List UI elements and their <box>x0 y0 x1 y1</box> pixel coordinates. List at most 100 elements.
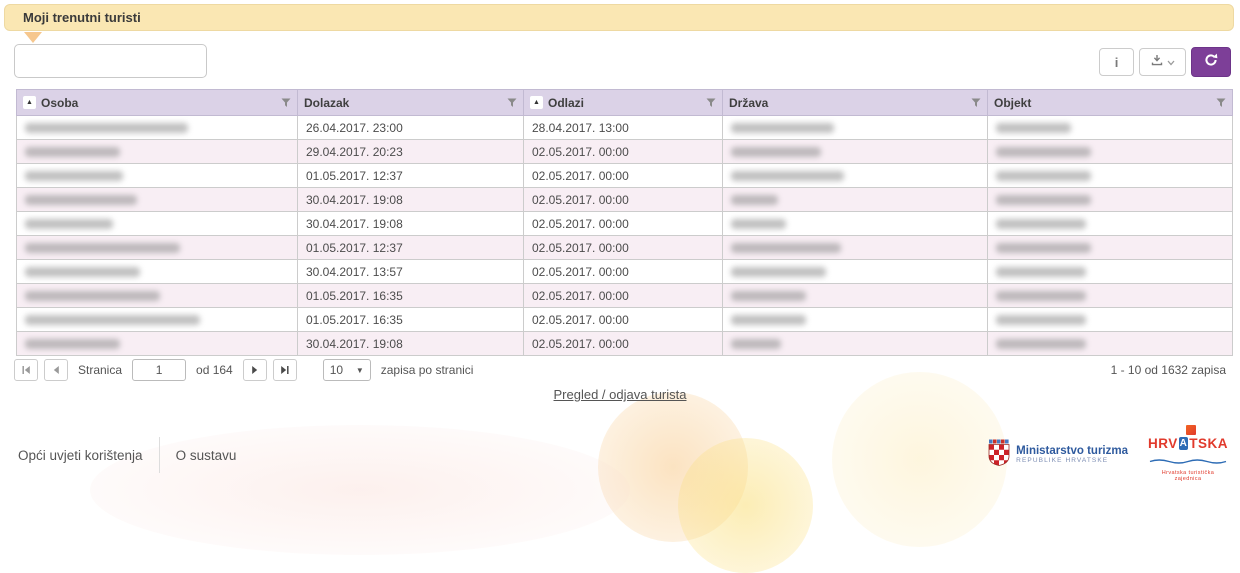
country-redacted <box>731 315 806 325</box>
about-system-link[interactable]: O sustavu <box>176 448 237 463</box>
tab-pointer-triangle <box>24 32 42 43</box>
object-redacted <box>996 267 1086 277</box>
previous-page-button[interactable] <box>44 359 68 381</box>
htz-text-left: HRV <box>1148 436 1178 451</box>
info-icon: i <box>1115 55 1119 70</box>
export-button[interactable] <box>1139 48 1186 76</box>
table-row[interactable]: 30.04.2017. 19:08 02.05.2017. 00:00 <box>17 188 1233 212</box>
object-redacted <box>996 243 1091 253</box>
country-redacted <box>731 219 786 229</box>
arrival-cell: 30.04.2017. 19:08 <box>298 212 524 236</box>
departure-cell: 02.05.2017. 00:00 <box>524 140 723 164</box>
country-redacted <box>731 171 844 181</box>
tourists-table: ▲ Osoba Dolazak ▲ Odlazi <box>16 89 1233 356</box>
table-row[interactable]: 01.05.2017. 16:35 02.05.2017. 00:00 <box>17 284 1233 308</box>
departure-cell: 02.05.2017. 00:00 <box>524 332 723 356</box>
object-redacted <box>996 219 1086 229</box>
arrival-cell: 30.04.2017. 19:08 <box>298 332 524 356</box>
column-label: Objekt <box>994 96 1031 110</box>
refresh-button[interactable] <box>1191 47 1231 77</box>
departure-cell: 02.05.2017. 00:00 <box>524 308 723 332</box>
person-redacted <box>25 339 120 349</box>
arrival-cell: 30.04.2017. 19:08 <box>298 188 524 212</box>
croatia-tourist-board-logo: HRV A TSKA Hrvatska turistička zajednica <box>1148 428 1228 482</box>
person-redacted <box>25 291 160 301</box>
table-row[interactable]: 29.04.2017. 20:23 02.05.2017. 00:00 <box>17 140 1233 164</box>
htz-blue-a-icon: A <box>1179 437 1188 450</box>
arrival-cell: 01.05.2017. 16:35 <box>298 308 524 332</box>
person-redacted <box>25 123 188 133</box>
country-redacted <box>731 291 806 301</box>
column-label: Dolazak <box>304 96 349 110</box>
search-input[interactable] <box>14 44 207 78</box>
filter-icon[interactable] <box>706 98 716 108</box>
sort-asc-icon: ▲ <box>530 96 543 109</box>
info-button[interactable]: i <box>1099 48 1134 76</box>
table-header-row: ▲ Osoba Dolazak ▲ Odlazi <box>17 90 1233 116</box>
column-header-dolazak[interactable]: Dolazak <box>298 90 524 116</box>
table-row[interactable]: 30.04.2017. 19:08 02.05.2017. 00:00 <box>17 212 1233 236</box>
column-header-odlazi[interactable]: ▲ Odlazi <box>524 90 723 116</box>
htz-wave-icon <box>1149 458 1227 464</box>
toolbar: i <box>1099 47 1231 77</box>
arrival-cell: 01.05.2017. 12:37 <box>298 236 524 260</box>
per-page-select[interactable]: 10 ▼ <box>323 359 371 381</box>
object-redacted <box>996 123 1071 133</box>
table-row[interactable]: 01.05.2017. 12:37 02.05.2017. 00:00 <box>17 164 1233 188</box>
ministry-name: Ministarstvo turizma <box>1016 445 1128 457</box>
page-number-input[interactable] <box>132 359 186 381</box>
person-redacted <box>25 267 140 277</box>
arrival-cell: 29.04.2017. 20:23 <box>298 140 524 164</box>
table-row[interactable]: 01.05.2017. 12:37 02.05.2017. 00:00 <box>17 236 1233 260</box>
last-page-button[interactable] <box>273 359 297 381</box>
filter-icon[interactable] <box>971 98 981 108</box>
country-redacted <box>731 123 834 133</box>
person-redacted <box>25 195 137 205</box>
country-redacted <box>731 147 821 157</box>
object-redacted <box>996 195 1091 205</box>
departure-cell: 02.05.2017. 00:00 <box>524 188 723 212</box>
sort-asc-icon: ▲ <box>23 96 36 109</box>
person-redacted <box>25 147 120 157</box>
per-page-label: zapisa po stranici <box>381 363 474 377</box>
filter-icon[interactable] <box>1216 98 1226 108</box>
record-range-label: 1 - 10 od 1632 zapisa <box>1111 363 1226 377</box>
arrival-cell: 01.05.2017. 16:35 <box>298 284 524 308</box>
column-label: Osoba <box>41 96 78 110</box>
arrival-cell: 26.04.2017. 23:00 <box>298 116 524 140</box>
column-header-objekt[interactable]: Objekt <box>988 90 1233 116</box>
terms-of-use-link[interactable]: Opći uvjeti korištenja <box>18 448 143 463</box>
arrival-cell: 01.05.2017. 12:37 <box>298 164 524 188</box>
page-label: Stranica <box>78 363 122 377</box>
footer: Opći uvjeti korištenja O sustavu <box>0 431 1240 479</box>
filter-icon[interactable] <box>281 98 291 108</box>
table-row[interactable]: 30.04.2017. 19:08 02.05.2017. 00:00 <box>17 332 1233 356</box>
per-page-value: 10 <box>330 363 343 377</box>
first-page-button[interactable] <box>14 359 38 381</box>
column-header-drzava[interactable]: Država <box>723 90 988 116</box>
filter-icon[interactable] <box>507 98 517 108</box>
tourist-overview-link[interactable]: Pregled / odjava turista <box>554 387 687 402</box>
table-row[interactable]: 01.05.2017. 16:35 02.05.2017. 00:00 <box>17 308 1233 332</box>
country-redacted <box>731 195 778 205</box>
object-redacted <box>996 171 1091 181</box>
departure-cell: 02.05.2017. 00:00 <box>524 212 723 236</box>
person-redacted <box>25 243 180 253</box>
departure-cell: 28.04.2017. 13:00 <box>524 116 723 140</box>
object-redacted <box>996 339 1086 349</box>
column-header-osoba[interactable]: ▲ Osoba <box>17 90 298 116</box>
page-title: Moji trenutni turisti <box>23 10 141 25</box>
table-row[interactable]: 26.04.2017. 23:00 28.04.2017. 13:00 <box>17 116 1233 140</box>
table-row[interactable]: 30.04.2017. 13:57 02.05.2017. 00:00 <box>17 260 1233 284</box>
download-icon <box>1151 53 1163 71</box>
htz-subtitle: Hrvatska turistička zajednica <box>1148 470 1228 482</box>
departure-cell: 02.05.2017. 00:00 <box>524 164 723 188</box>
country-redacted <box>731 267 826 277</box>
person-redacted <box>25 315 200 325</box>
next-page-button[interactable] <box>243 359 267 381</box>
ministry-subtitle: REPUBLIKE HRVATSKE <box>1016 457 1128 465</box>
country-redacted <box>731 243 841 253</box>
departure-cell: 02.05.2017. 00:00 <box>524 284 723 308</box>
country-redacted <box>731 339 781 349</box>
htz-text-right: TSKA <box>1189 436 1228 451</box>
